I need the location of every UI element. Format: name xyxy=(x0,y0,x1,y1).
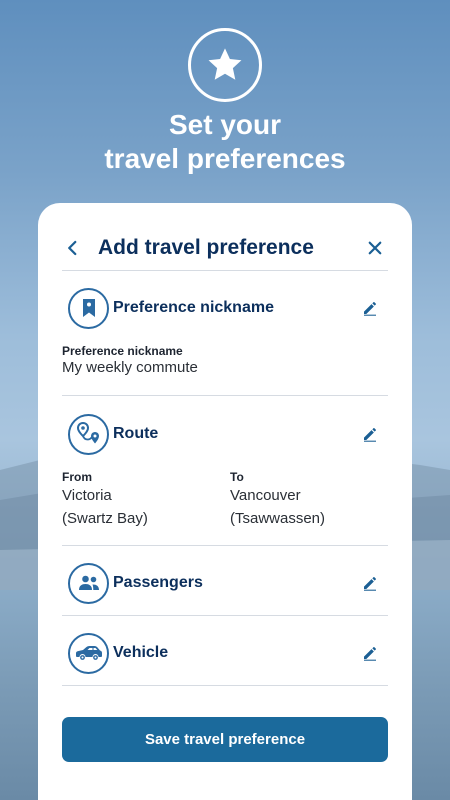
close-button[interactable] xyxy=(362,235,388,261)
back-button[interactable] xyxy=(60,235,86,261)
route-to-line1: Vancouver xyxy=(230,487,301,504)
vehicle-edit-button[interactable] xyxy=(358,641,382,665)
nickname-field-value: My weekly commute xyxy=(62,359,198,376)
preference-card: Add travel preference Preference nicknam… xyxy=(38,203,412,800)
pencil-icon xyxy=(364,302,376,316)
route-from-line1: Victoria xyxy=(62,487,112,504)
vehicle-section-label: Vehicle xyxy=(113,644,169,661)
nickname-edit-button[interactable] xyxy=(358,296,382,320)
pencil-icon xyxy=(364,647,376,661)
passengers-edit-button[interactable] xyxy=(358,571,382,595)
pencil-icon xyxy=(364,577,376,591)
card-title: Add travel preference xyxy=(98,235,314,259)
route-edit-button[interactable] xyxy=(358,422,382,446)
star-icon xyxy=(188,28,262,102)
bookmark-icon xyxy=(68,287,109,329)
route-section-label: Route xyxy=(113,425,159,442)
route-pins-icon xyxy=(68,413,109,455)
route-from-line2: (Swartz Bay) xyxy=(62,510,148,527)
hero-title-line2: travel preferences xyxy=(104,143,346,174)
route-to-line2: (Tsawwassen) xyxy=(230,510,326,527)
passengers-section-label: Passengers xyxy=(113,574,203,591)
route-from-label: From xyxy=(62,470,92,484)
car-icon xyxy=(68,632,109,674)
route-to-label: To xyxy=(230,470,244,484)
save-travel-preference-button[interactable]: Save travel preference xyxy=(62,717,388,762)
nickname-section-label: Preference nickname xyxy=(113,299,274,316)
people-icon xyxy=(68,562,109,604)
nickname-section: Preference nickname Preference nickname … xyxy=(62,271,388,396)
chevron-left-icon xyxy=(68,240,77,255)
nickname-field-label: Preference nickname xyxy=(62,344,183,358)
hero-title: Set your travel preferences xyxy=(0,108,450,176)
hero-title-line1: Set your xyxy=(168,109,282,140)
vehicle-section[interactable]: Vehicle xyxy=(62,616,388,686)
route-section: Route From Victoria (Swartz Bay) To Vanc… xyxy=(62,396,388,546)
card-header: Add travel preference xyxy=(62,225,388,271)
pencil-icon xyxy=(364,428,376,442)
passengers-section[interactable]: Passengers xyxy=(62,546,388,616)
close-icon xyxy=(368,241,382,254)
